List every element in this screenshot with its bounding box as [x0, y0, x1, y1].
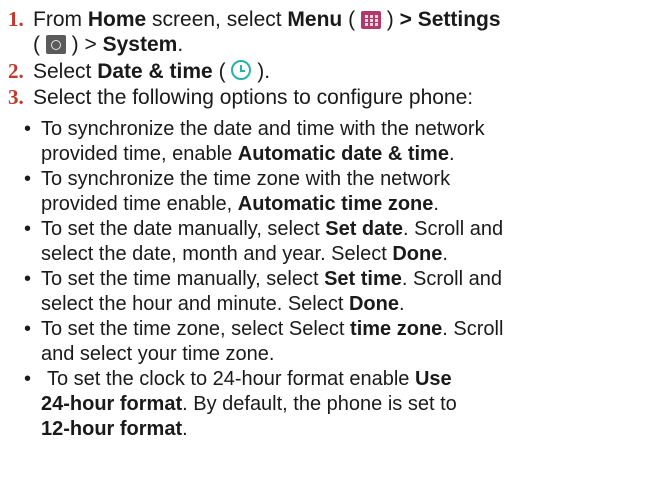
- menu-grid-icon: [360, 11, 381, 29]
- text: (: [33, 33, 46, 56]
- text: (: [342, 8, 361, 31]
- step-text: Select the following options to configur…: [33, 86, 474, 109]
- list-item-line: select the hour and minute. Select Done.: [41, 292, 405, 317]
- list-item-line: and select your time zone.: [41, 342, 274, 367]
- text: .: [448, 143, 455, 165]
- home-label: Home: [87, 8, 147, 31]
- bullet-dot: •: [24, 368, 32, 390]
- text: screen, select: [146, 8, 288, 31]
- bullet-dot: •: [24, 168, 32, 190]
- text: ).: [251, 60, 271, 83]
- step-1-continued: ( ) > System.: [33, 32, 183, 58]
- settings-label: > Settings: [399, 8, 501, 31]
- 24-hour-format-label: 24-hour format: [41, 393, 183, 415]
- text: ): [380, 8, 400, 31]
- text: .: [398, 293, 405, 315]
- list-item-line: To synchronize the date and time with th…: [41, 117, 485, 142]
- bullet-dot: •: [24, 118, 32, 140]
- text: .: [442, 243, 448, 265]
- text: .: [433, 193, 439, 215]
- step-text: From Home screen, select Menu ( ) > Sett…: [33, 8, 501, 31]
- list-item-line: To set the date manually, select Set dat…: [41, 217, 503, 242]
- instruction-document: 1. From Home screen, select Menu ( ) > Se…: [0, 0, 656, 494]
- done-label: Done: [392, 243, 443, 265]
- text: provided time, enable: [41, 143, 238, 165]
- bullet-dot: •: [24, 218, 32, 240]
- text: To set the clock to 24-hour format enabl…: [47, 368, 415, 390]
- bullet-dot: •: [24, 318, 32, 340]
- text: select the hour and minute. Select: [41, 293, 349, 315]
- set-date-label: Set date: [325, 218, 404, 240]
- date-time-label: Date & time: [97, 60, 213, 83]
- text: To set the date manually, select: [41, 218, 326, 240]
- list-item-line: select the date, month and year. Select …: [41, 242, 448, 267]
- list-item-line: provided time enable, Automatic time zon…: [41, 192, 439, 217]
- text: . Scroll: [442, 318, 504, 340]
- settings-gear-icon: [45, 35, 66, 54]
- step-number: 2.: [8, 59, 24, 83]
- text: To set the time zone, select Select: [41, 318, 351, 340]
- text: and select your time zone.: [41, 343, 275, 365]
- text: To synchronize the time zone with the ne…: [41, 168, 451, 190]
- done-label: Done: [348, 293, 399, 315]
- text: ) >: [65, 33, 103, 56]
- text: . Scroll and: [403, 218, 504, 240]
- text: .: [182, 418, 188, 440]
- use-label: Use: [414, 368, 452, 390]
- 12-hour-format-label: 12-hour format: [41, 418, 183, 440]
- step-1: 1. From Home screen, select Menu ( ) > Se…: [8, 6, 501, 33]
- list-item-line: provided time, enable Automatic date & t…: [41, 142, 455, 167]
- time-zone-label: time zone: [350, 318, 443, 340]
- text: provided time enable,: [41, 193, 238, 215]
- list-item-line: To set the time zone, select Select time…: [41, 317, 503, 342]
- text: To set the time manually, select: [41, 268, 325, 290]
- list-item-line: 24-hour format. By default, the phone is…: [41, 392, 457, 417]
- step-3: 3. Select the following options to config…: [8, 84, 473, 111]
- step-2: 2. Select Date & time ( ).: [8, 58, 270, 85]
- list-item-line: To synchronize the time zone with the ne…: [41, 167, 450, 192]
- text: select the date, month and year. Select: [41, 243, 393, 265]
- text: To synchronize the date and time with th…: [41, 118, 485, 140]
- list-item-line: 12-hour format.: [41, 417, 188, 442]
- list-item-line: To set the time manually, select Set tim…: [41, 267, 502, 292]
- automatic-date-time-label: Automatic date & time: [237, 143, 449, 165]
- step-number: 1.: [8, 7, 24, 31]
- automatic-time-zone-label: Automatic time zone: [237, 193, 434, 215]
- text: .: [177, 33, 184, 56]
- text: . Scroll and: [401, 268, 502, 290]
- step-number: 3.: [8, 85, 24, 109]
- clock-icon: [231, 60, 252, 80]
- text: (: [212, 60, 232, 83]
- system-label: System: [102, 33, 178, 56]
- step-text: Select Date & time ( ).: [33, 60, 270, 83]
- menu-label: Menu: [287, 8, 343, 31]
- text: Select: [33, 60, 98, 83]
- text: . By default, the phone is set to: [182, 393, 457, 415]
- text: From: [33, 8, 88, 31]
- set-time-label: Set time: [324, 268, 402, 290]
- bullet-dot: •: [24, 268, 32, 290]
- list-item-line: To set the clock to 24-hour format enabl…: [47, 367, 452, 392]
